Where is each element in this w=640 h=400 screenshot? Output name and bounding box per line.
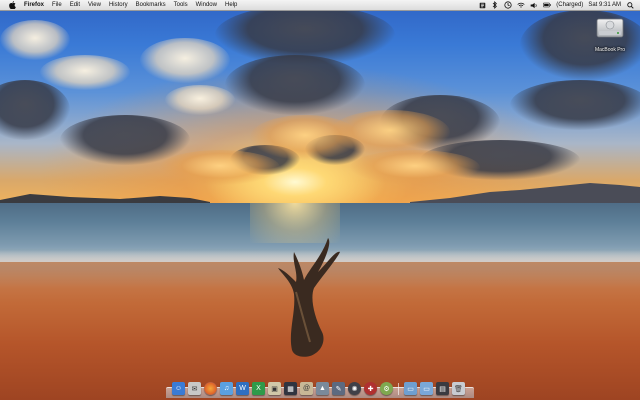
bluetooth-icon[interactable] [491,1,499,9]
menu-tools[interactable]: Tools [174,0,188,10]
menu-help[interactable]: Help [225,0,237,10]
desktop-hard-drive[interactable]: MacBook Pro [588,16,632,56]
battery-icon[interactable] [543,1,552,9]
wallpaper-cloud [140,38,230,83]
dock-separator [398,383,399,395]
script-menu-icon[interactable] [478,1,486,9]
address-book-icon[interactable]: @ [300,382,313,395]
menu-app-name[interactable]: Firefox [24,0,44,10]
documents-folder-icon[interactable]: ▭ [420,382,433,395]
wallpaper-cloud [40,55,130,90]
downloads-stack-icon[interactable]: ▤ [436,382,449,395]
wallpaper-cloud [0,20,70,60]
driftwood [278,238,340,357]
word-icon[interactable]: W [236,382,249,395]
menu-window[interactable]: Window [196,0,217,10]
mail-stamp-icon[interactable]: ✉ [188,382,201,395]
menu-bar: Firefox File Edit View History Bookmarks… [0,0,640,11]
wallpaper-cloud [225,55,365,115]
menu-bookmarks[interactable]: Bookmarks [136,0,166,10]
trash-icon[interactable]: 🗑 [452,382,465,395]
dashboard-icon[interactable]: ▦ [284,382,297,395]
menu-history[interactable]: History [109,0,128,10]
wifi-icon[interactable] [517,1,525,9]
wallpaper-cloud [510,80,640,130]
dock-items: ☺ ✉ ♫ W X ▣ ▦ @ ▲ ✎ ✺ ✚ ⚙ ▭ ▭ ▤ 🗑 [172,382,465,395]
finder-icon[interactable]: ☺ [172,382,185,395]
menu-file[interactable]: File [52,0,62,10]
photo-icon[interactable]: ▲ [316,382,329,395]
hard-drive-label: MacBook Pro [594,47,625,53]
time-machine-icon[interactable] [504,1,512,9]
aperture-icon[interactable]: ✺ [348,382,361,395]
excel-icon[interactable]: X [252,382,265,395]
shield-icon[interactable]: ✚ [364,382,377,395]
hard-drive-icon [595,18,625,44]
firefox-icon[interactable] [204,382,217,395]
wallpaper-cloud [330,110,450,155]
wallpaper-cloud [165,85,235,115]
menu-clock[interactable]: Sat 9:31 AM [588,2,621,8]
applications-folder-icon[interactable]: ▭ [404,382,417,395]
apple-icon[interactable] [8,1,16,9]
pen-tool-icon[interactable]: ✎ [332,382,345,395]
menu-view[interactable]: View [88,0,101,10]
spotlight-icon[interactable] [626,1,634,9]
battery-status-text[interactable]: (Charged) [556,2,583,8]
system-prefs-icon[interactable]: ⚙ [380,382,393,395]
preview-icon[interactable]: ▣ [268,382,281,395]
menu-extras: (Charged) Sat 9:31 AM [478,0,634,10]
volume-icon[interactable] [530,1,538,9]
itunes-icon[interactable]: ♫ [220,382,233,395]
dock: ☺ ✉ ♫ W X ▣ ▦ @ ▲ ✎ ✺ ✚ ⚙ ▭ ▭ ▤ 🗑 [166,377,474,398]
menu-edit[interactable]: Edit [70,0,80,10]
desktop-wallpaper [0,0,640,400]
